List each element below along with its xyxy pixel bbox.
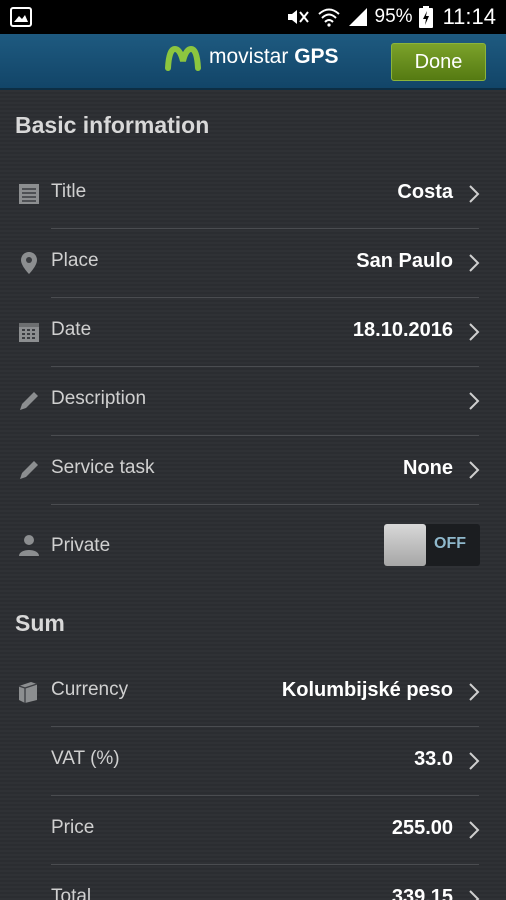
section-title-basic: Basic information: [15, 112, 210, 138]
brand-name: movistar: [209, 45, 289, 68]
row-value: 18.10.2016: [352, 319, 453, 341]
row-total[interactable]: Total 339.15: [0, 865, 506, 900]
wallet-icon: [18, 682, 38, 703]
form-content: Basic information Title Costa Place San …: [0, 90, 506, 900]
row-label: Date: [51, 319, 92, 340]
done-button[interactable]: Done: [391, 43, 486, 81]
pencil-icon: [20, 392, 38, 410]
row-private: Private OFF: [0, 505, 506, 585]
row-value: 339.15: [391, 886, 453, 900]
row-label: Title: [51, 181, 87, 202]
row-currency[interactable]: Currency Kolumbijské peso: [0, 658, 506, 726]
section-title-sum: Sum: [15, 610, 65, 636]
clock: 11:14: [442, 4, 496, 29]
chevron-right-icon: [469, 254, 480, 272]
row-value: Kolumbijské peso: [281, 679, 453, 701]
brand-logo: movistar GPS: [165, 43, 339, 71]
pencil-icon: [20, 461, 38, 479]
row-label: Description: [51, 388, 147, 409]
chevron-right-icon: [469, 392, 480, 410]
row-value: San Paulo: [356, 250, 453, 272]
chevron-right-icon: [469, 821, 480, 839]
chevron-right-icon: [469, 683, 480, 701]
brand-suffix: GPS: [294, 45, 339, 68]
mute-icon: [287, 10, 309, 24]
map-pin-icon: [21, 252, 37, 274]
row-value: 33.0: [414, 748, 453, 770]
row-label: VAT (%): [51, 748, 120, 769]
person-icon: [19, 535, 39, 556]
app-bar: movistar GPS Done: [0, 34, 506, 90]
chevron-right-icon: [469, 185, 480, 203]
chevron-right-icon: [469, 890, 480, 900]
row-label: Currency: [51, 679, 129, 700]
row-label: Private: [51, 535, 111, 556]
row-value: 255.00: [391, 817, 453, 839]
row-service-task[interactable]: Service task None: [0, 436, 506, 504]
calendar-icon: [19, 323, 39, 342]
document-icon: [19, 184, 39, 204]
row-vat[interactable]: VAT (%) 33.0: [0, 727, 506, 795]
chevron-right-icon: [469, 323, 480, 341]
row-date[interactable]: Date 18.10.2016: [0, 298, 506, 366]
toggle-knob: [384, 524, 426, 566]
row-price[interactable]: Price 255.00: [0, 796, 506, 864]
row-value: Costa: [397, 181, 453, 203]
gallery-icon: [10, 7, 32, 27]
row-label: Total: [51, 886, 92, 900]
chevron-right-icon: [469, 461, 480, 479]
chevron-right-icon: [469, 752, 480, 770]
battery-percent: 95%: [374, 6, 413, 27]
row-description[interactable]: Description: [0, 367, 506, 435]
row-label: Place: [51, 250, 99, 271]
row-place[interactable]: Place San Paulo: [0, 229, 506, 297]
row-title[interactable]: Title Costa: [0, 160, 506, 228]
battery-icon: [418, 6, 433, 28]
wifi-icon: [317, 8, 340, 27]
movistar-logo-icon: [165, 45, 201, 71]
row-value: None: [403, 457, 453, 479]
row-label: Price: [51, 817, 95, 838]
private-toggle[interactable]: OFF: [384, 524, 480, 566]
toggle-state: OFF: [434, 535, 466, 552]
signal-icon: [348, 8, 367, 26]
status-bar: 95% 11:14: [0, 0, 506, 34]
row-label: Service task: [51, 457, 155, 478]
